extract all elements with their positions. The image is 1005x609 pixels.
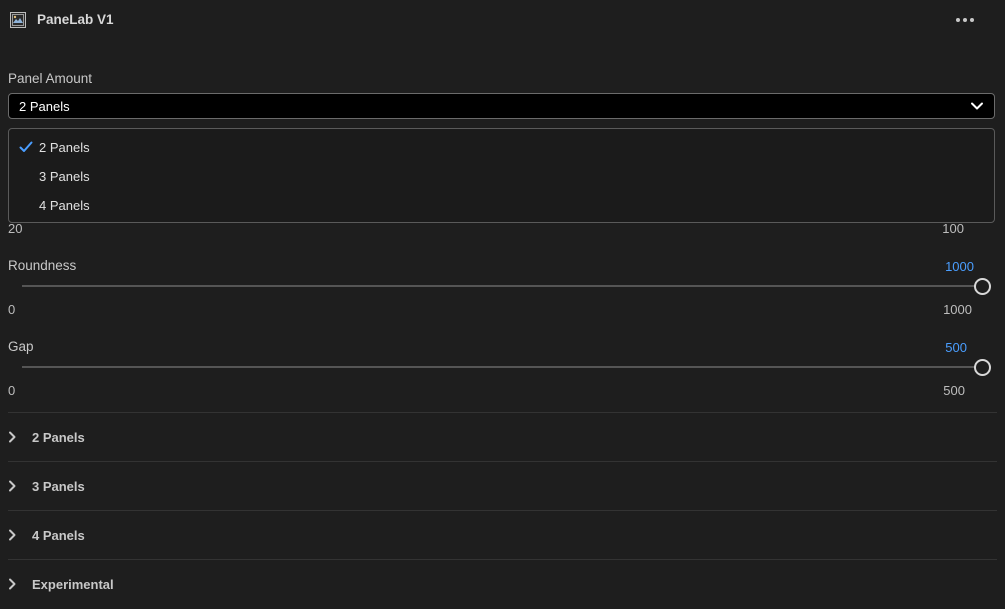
chevron-right-icon [9,578,16,590]
more-horizontal-icon-dot [963,18,967,22]
checkmark-icon [19,141,33,152]
chevron-down-icon [971,102,983,110]
section-divider [8,412,997,413]
panelab-app-icon [10,12,26,28]
dropdown-option-2-panels[interactable]: 2 Panels [9,134,994,162]
more-options-button[interactable] [953,12,977,28]
chevron-right-icon [9,529,16,541]
section-label: Experimental [32,577,114,592]
section-2-panels[interactable]: 2 Panels [0,414,1005,462]
roundness-min: 0 [8,302,16,317]
gap-slider-track[interactable] [22,366,982,368]
chevron-right-icon [9,431,16,443]
section-divider [8,461,997,462]
panel-amount-dropdown: 2 Panels 3 Panels 4 Panels [8,128,995,223]
dropdown-option-label: 3 Panels [39,169,90,184]
panel-amount-select[interactable]: 2 Panels [8,93,995,119]
hidden-slider-min: 20 [8,221,23,236]
section-3-panels[interactable]: 3 Panels [0,463,1005,511]
panel-amount-label: Panel Amount [8,71,93,86]
gap-max: 500 [943,383,965,398]
roundness-value[interactable]: 1000 [914,259,974,274]
dropdown-option-label: 2 Panels [39,140,90,155]
chevron-right-icon [9,480,16,492]
roundness-max: 1000 [943,302,972,317]
panelab-panel: PaneLab V1 Panel Amount 2 Panels 2 Panel… [0,0,1005,609]
section-divider [8,559,997,560]
roundness-slider-track[interactable] [22,285,982,287]
dropdown-option-label: 4 Panels [39,198,90,213]
panel-amount-selected-value: 2 Panels [19,99,70,114]
hidden-slider-max: 100 [942,221,964,236]
gap-label: Gap [8,339,34,354]
gap-min: 0 [8,383,16,398]
section-experimental[interactable]: Experimental [0,561,1005,609]
app-title: PaneLab V1 [37,12,114,27]
panel-header: PaneLab V1 [0,0,1005,44]
dropdown-option-3-panels[interactable]: 3 Panels [9,163,994,191]
more-horizontal-icon [956,18,960,22]
roundness-slider-thumb[interactable] [973,278,991,295]
section-label: 2 Panels [32,430,85,445]
section-divider [8,510,997,511]
gap-value[interactable]: 500 [907,340,967,355]
section-label: 3 Panels [32,479,85,494]
more-horizontal-icon-dot [970,18,974,22]
gap-slider-thumb[interactable] [973,359,991,376]
roundness-label: Roundness [8,258,77,273]
dropdown-option-4-panels[interactable]: 4 Panels [9,192,994,220]
section-4-panels[interactable]: 4 Panels [0,512,1005,560]
section-label: 4 Panels [32,528,85,543]
